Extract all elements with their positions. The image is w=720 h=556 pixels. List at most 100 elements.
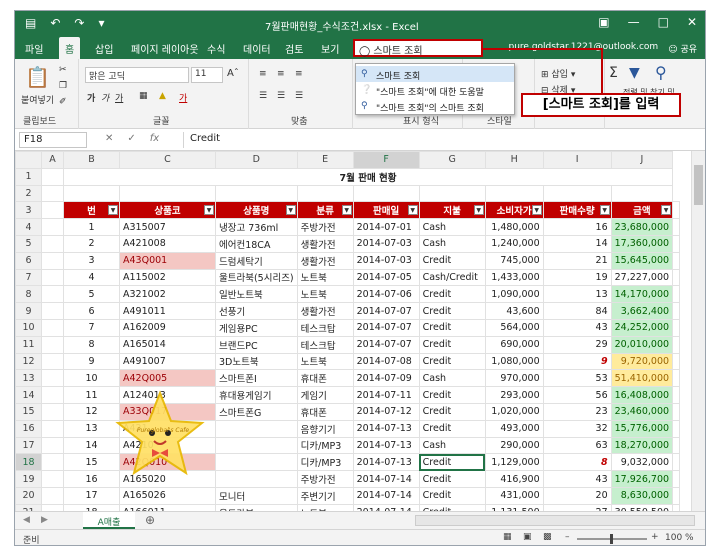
cell[interactable]: 5 <box>63 285 120 304</box>
cell[interactable]: 7 <box>63 318 120 337</box>
cell[interactable] <box>672 470 681 488</box>
cell[interactable]: Credit <box>418 486 486 505</box>
cell[interactable] <box>41 302 64 320</box>
column-title[interactable]: 판매일 ▼ <box>352 201 420 220</box>
column-header[interactable]: A <box>41 151 64 169</box>
column-header[interactable]: E <box>296 151 354 169</box>
cell[interactable] <box>672 335 681 354</box>
cell[interactable] <box>672 201 681 220</box>
cell[interactable]: 휴대폰 <box>296 402 354 421</box>
tab-formulas[interactable]: 수식 <box>207 41 225 56</box>
cell[interactable] <box>672 402 681 421</box>
cell[interactable]: 울트라북(5시리즈) <box>215 268 298 287</box>
cell[interactable]: 19 <box>542 268 612 287</box>
cell[interactable]: 293,000 <box>484 386 544 404</box>
cell[interactable]: 3D노트북 <box>215 352 298 371</box>
ribbon-display-icon[interactable]: ▣ <box>598 15 609 29</box>
autosum-icon[interactable]: Σ <box>609 65 618 81</box>
cell[interactable]: Credit <box>418 302 486 320</box>
cell[interactable] <box>672 486 681 505</box>
row-header[interactable]: 8 <box>15 285 42 304</box>
cell[interactable]: Cash <box>418 234 486 253</box>
zoom-out-icon[interactable]: – <box>565 532 570 542</box>
column-title[interactable]: 금액 ▼ <box>610 201 674 220</box>
cell[interactable] <box>610 184 674 203</box>
cell[interactable]: 29 <box>542 335 612 354</box>
row-header[interactable]: 7 <box>15 268 42 287</box>
cell[interactable]: 24,252,000 <box>610 318 674 337</box>
cell[interactable]: 8,630,000 <box>610 486 674 505</box>
formula-input[interactable]: Credit <box>183 132 701 148</box>
sheet-tab-a-sales[interactable]: A매출 <box>83 512 135 529</box>
cell[interactable]: 13 <box>542 285 612 304</box>
column-title[interactable]: 상품코 ▼ <box>119 201 216 220</box>
cell[interactable] <box>215 436 298 455</box>
tell-me-result-smart-lookup[interactable]: ⚲ 스마트 조회 <box>356 66 514 82</box>
column-header[interactable]: C <box>119 151 216 169</box>
cell[interactable]: 2014-07-13 <box>352 436 420 455</box>
cell[interactable]: 2 <box>63 234 120 253</box>
cell[interactable]: A165026 <box>119 486 216 505</box>
font-name-select[interactable]: 맑은 고딕 <box>85 67 189 83</box>
column-header[interactable]: H <box>484 151 544 169</box>
cell[interactable]: 18,270,000 <box>610 436 674 455</box>
cell[interactable]: A115002 <box>119 268 216 287</box>
cell[interactable]: 2014-07-14 <box>352 486 420 505</box>
column-title[interactable]: 상품명 ▼ <box>215 201 298 220</box>
cell[interactable]: 53 <box>542 369 612 388</box>
row-header[interactable]: 11 <box>15 335 42 354</box>
font-color-icon[interactable]: 가 <box>179 91 187 104</box>
cell[interactable]: A42Q005 <box>119 369 216 388</box>
cell[interactable] <box>63 184 120 203</box>
cell[interactable]: 테스크탑 <box>296 335 354 354</box>
cell[interactable] <box>41 369 64 388</box>
cell[interactable]: 416,900 <box>484 470 544 488</box>
cell[interactable]: 디카/MP3 <box>296 436 354 455</box>
tell-me-result-help[interactable]: ❔ "스마트 조회"에 대한 도움말 <box>356 82 514 98</box>
cell[interactable]: 1,129,000 <box>484 453 544 472</box>
cell[interactable]: 970,000 <box>484 369 544 388</box>
cell[interactable] <box>41 251 64 270</box>
column-title[interactable]: 번 ▼ <box>63 201 120 220</box>
cell[interactable]: 14 <box>542 234 612 253</box>
italic-icon[interactable]: 가 <box>101 91 109 104</box>
cell[interactable]: 노트북 <box>296 285 354 304</box>
cell[interactable]: 1,240,000 <box>484 234 544 253</box>
cell[interactable]: 23,680,000 <box>610 218 674 236</box>
cell[interactable]: 스마트폰I <box>215 369 298 388</box>
sort-filter-icon[interactable]: ▼ <box>629 65 640 81</box>
cell[interactable] <box>41 201 64 220</box>
maximize-icon[interactable]: □ <box>658 15 669 29</box>
cell[interactable]: 23 <box>542 402 612 421</box>
cell[interactable] <box>672 268 681 287</box>
row-header[interactable]: 17 <box>15 436 42 455</box>
cell[interactable]: 1,433,000 <box>484 268 544 287</box>
cell[interactable]: 43,600 <box>484 302 544 320</box>
page-layout-view-icon[interactable]: ▣ <box>523 532 532 542</box>
cell[interactable]: 10 <box>63 369 120 388</box>
cell[interactable]: 9,720,000 <box>610 352 674 371</box>
cell[interactable]: 9 <box>63 352 120 371</box>
cell[interactable] <box>672 436 681 455</box>
cell[interactable]: 32 <box>542 419 612 438</box>
cell[interactable]: 17 <box>63 486 120 505</box>
cell[interactable]: 21 <box>542 251 612 270</box>
close-icon[interactable]: ✕ <box>687 15 697 29</box>
scrollbar-thumb[interactable] <box>694 165 703 205</box>
cell[interactable]: 디카/MP3 <box>296 453 354 472</box>
find-select-icon[interactable]: ⚲ <box>655 63 667 82</box>
cell[interactable] <box>296 184 354 203</box>
cell[interactable] <box>41 453 64 472</box>
cell[interactable]: 9 <box>542 352 612 371</box>
cell[interactable]: Credit <box>418 470 486 488</box>
row-header[interactable]: 16 <box>15 419 42 438</box>
cell[interactable]: 음향기기 <box>296 419 354 438</box>
cell[interactable]: 게임용PC <box>215 318 298 337</box>
cell[interactable]: 2014-07-08 <box>352 352 420 371</box>
cell[interactable]: 745,000 <box>484 251 544 270</box>
cell[interactable]: Credit <box>418 285 486 304</box>
cell[interactable] <box>41 318 64 337</box>
cell[interactable]: 4 <box>63 268 120 287</box>
cell[interactable]: 9,032,000 <box>610 453 674 472</box>
cell[interactable]: 84 <box>542 302 612 320</box>
